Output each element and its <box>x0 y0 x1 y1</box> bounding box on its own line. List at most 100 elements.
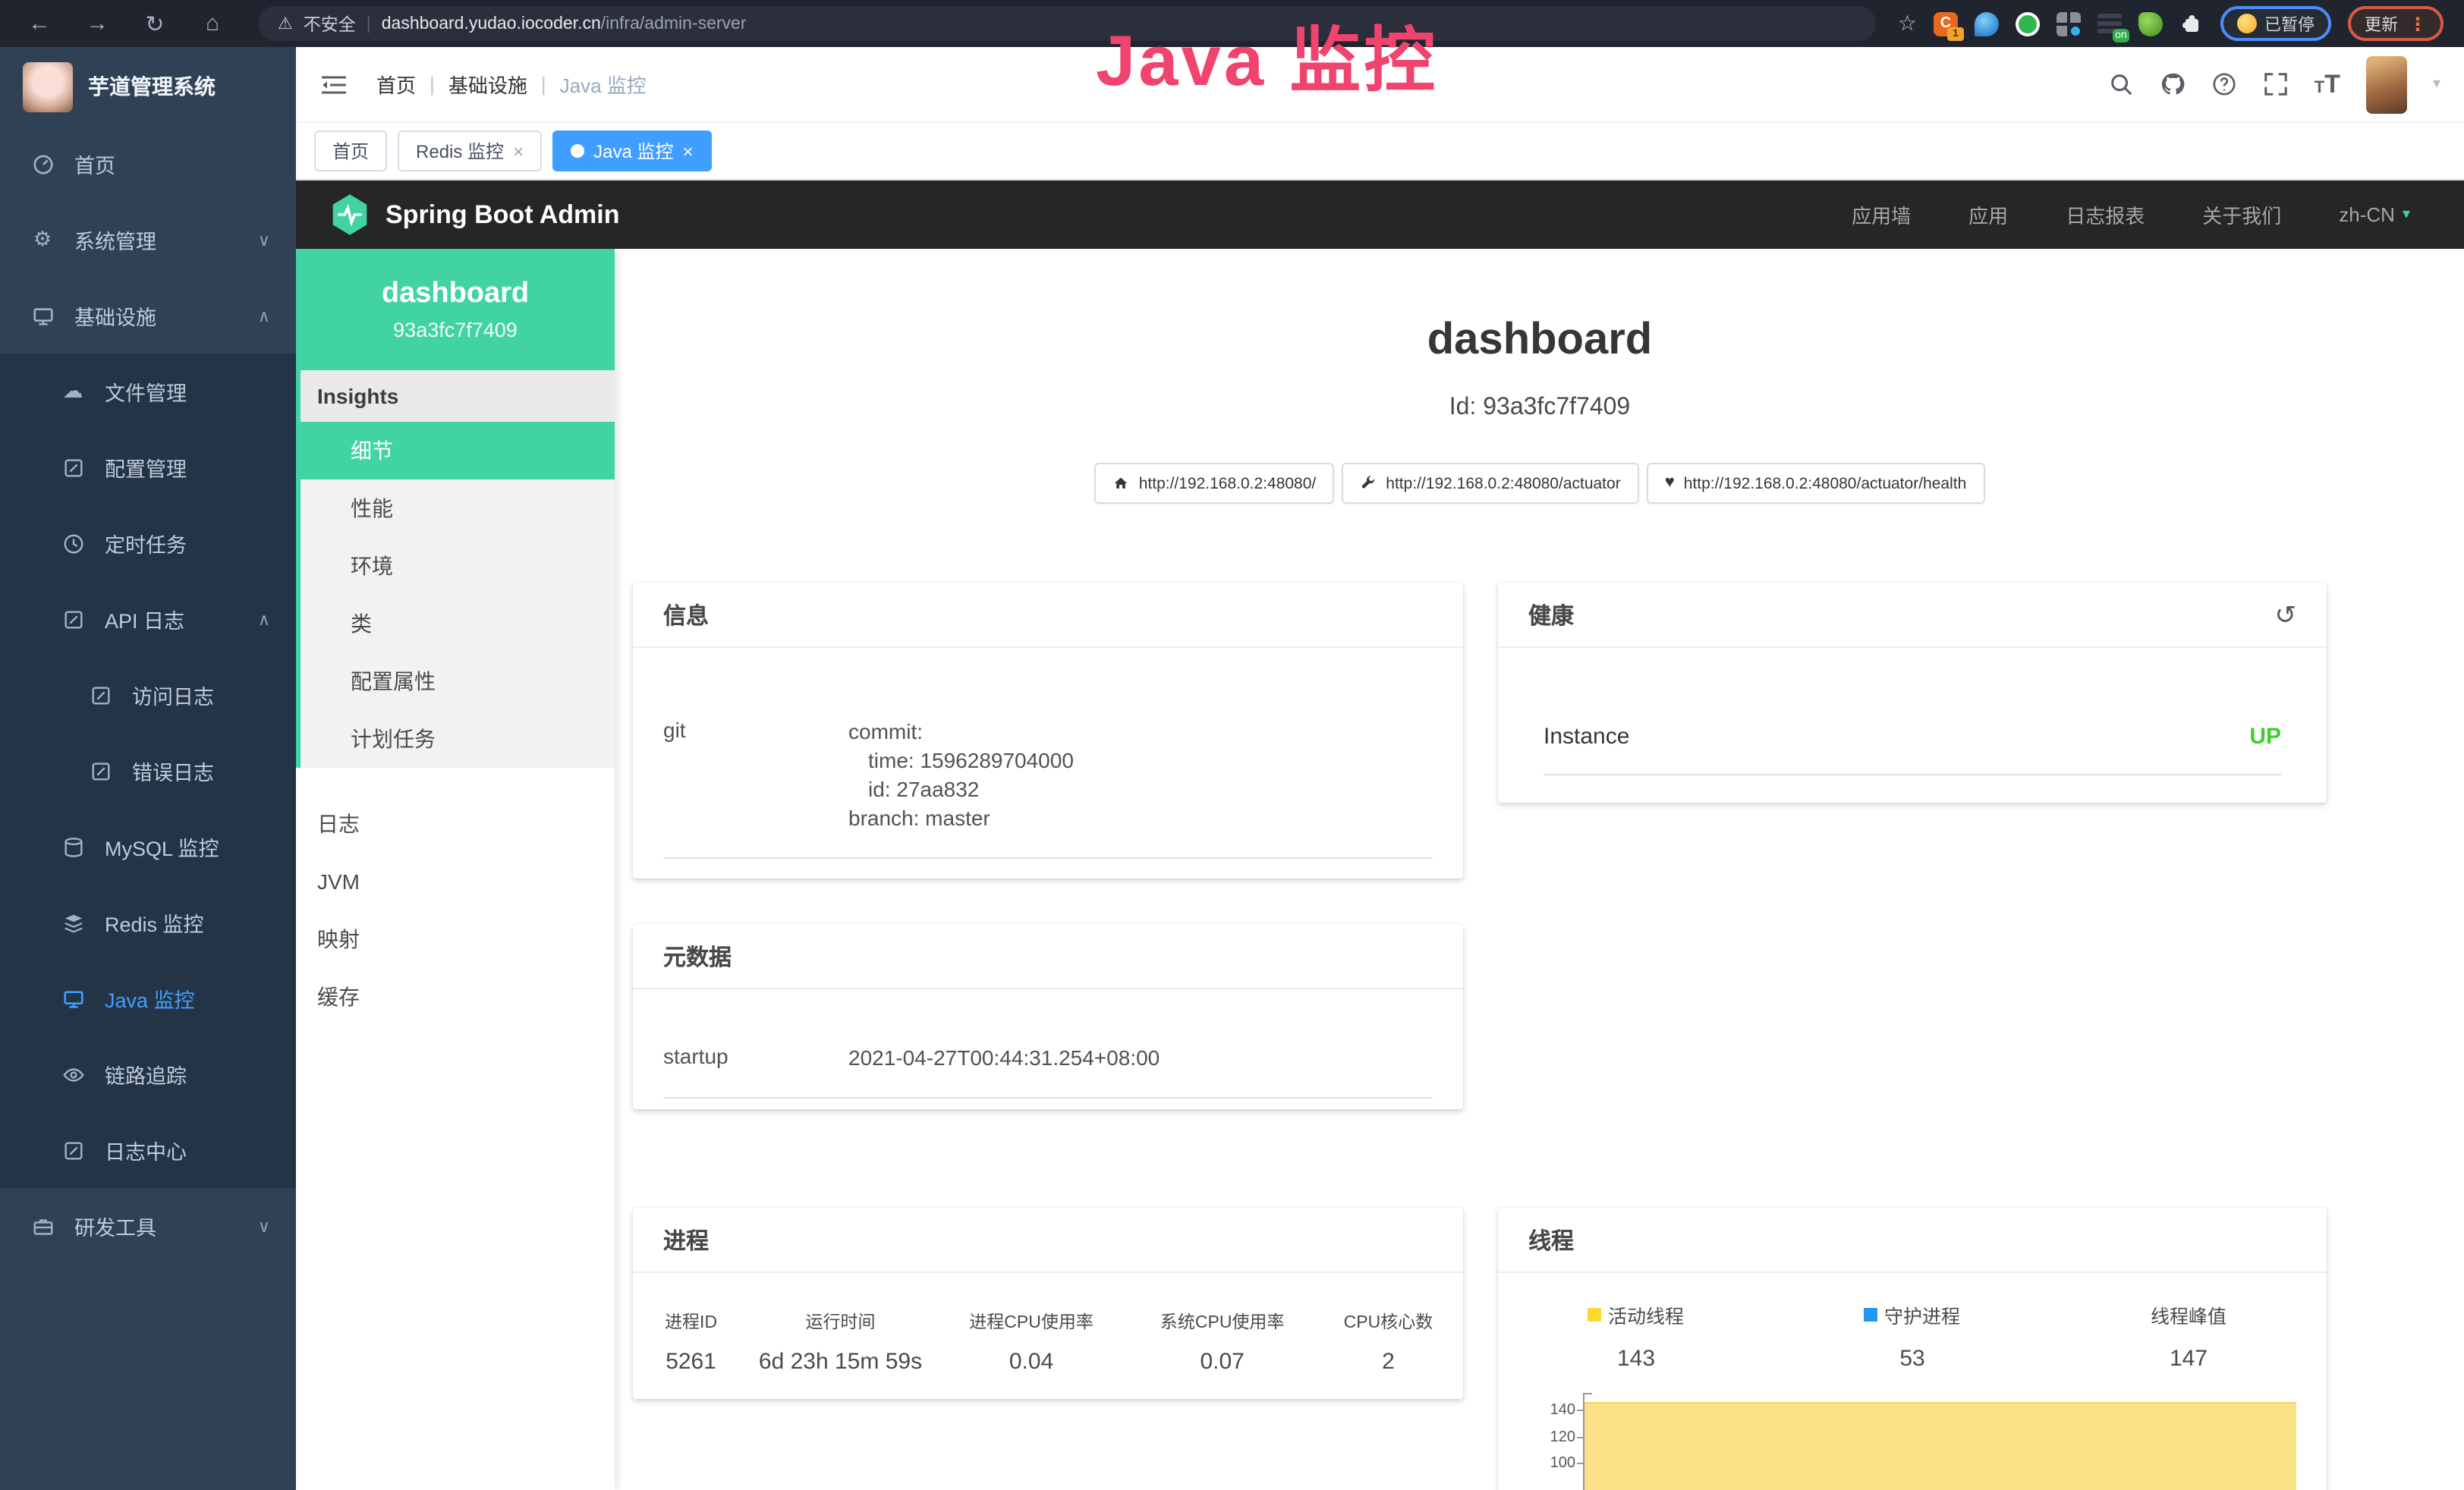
y-tick-label: 120 <box>1550 1425 1575 1451</box>
health-card-title: 健康 <box>1528 599 1574 631</box>
search-icon[interactable] <box>2108 71 2134 97</box>
history-icon[interactable]: ↺ <box>2275 602 2297 628</box>
sba-menu-configprops[interactable]: 配置属性 <box>301 652 615 710</box>
sidebar-item-redis[interactable]: Redis 监控 <box>0 885 296 960</box>
forward-icon[interactable]: → <box>85 11 109 36</box>
axis-tick <box>1577 1410 1584 1412</box>
sidebar-item-file[interactable]: ☁ 文件管理 <box>0 354 296 429</box>
actuator-url-button[interactable]: http://192.168.0.2:48080/actuator <box>1342 464 1638 505</box>
sidebar-item-config[interactable]: 配置管理 <box>0 429 296 505</box>
security-label[interactable]: 不安全 <box>304 11 356 36</box>
sidebar-item-log-center[interactable]: 日志中心 <box>0 1112 296 1188</box>
sba-locale-select[interactable]: zh-CN ▾ <box>2339 203 2410 226</box>
close-icon[interactable]: × <box>682 140 693 162</box>
cards-left-column: 信息 git commit: time: 1596289704000 id: 2… <box>633 583 1463 1400</box>
sba-menu-caches[interactable]: 缓存 <box>296 968 615 1026</box>
sidebar-fold-icon[interactable] <box>320 74 348 95</box>
font-size-icon[interactable]: TT <box>2315 71 2340 97</box>
sba-nav-journal[interactable]: 日志报表 <box>2066 200 2145 229</box>
sidebar-item-access-log[interactable]: 访问日志 <box>0 657 296 733</box>
sba-menu-logfile[interactable]: 日志 <box>296 795 615 853</box>
url-text[interactable]: dashboard.yudao.iocoder.cn/infra/admin-s… <box>382 14 747 33</box>
breadcrumb-home[interactable]: 首页 <box>376 70 416 99</box>
extension-icon-leaf[interactable] <box>2138 11 2163 36</box>
sidebar-item-home[interactable]: 首页 <box>0 126 296 202</box>
wrench-icon <box>1360 476 1377 492</box>
sba-instance-sidebar: dashboard 93a3fc7f7409 Insights 细节 性能 环境… <box>296 249 615 1490</box>
browser-menu-icon[interactable]: ⋮ <box>2409 13 2427 34</box>
address-bar[interactable]: ⚠ 不安全 | dashboard.yudao.iocoder.cn/infra… <box>258 6 1877 41</box>
sba-nav-wall[interactable]: 应用墙 <box>1852 200 1911 229</box>
tab-label: Java 监控 <box>593 138 673 164</box>
sba-menu-jvm[interactable]: JVM <box>296 853 615 910</box>
sba-menu-mappings[interactable]: 映射 <box>296 910 615 968</box>
breadcrumb-infra[interactable]: 基础设施 <box>448 70 527 99</box>
font-size-big-t: T <box>2324 71 2340 97</box>
help-icon[interactable] <box>2211 71 2237 97</box>
app-logo[interactable]: 芋道管理系统 <box>0 47 296 126</box>
sba-menu-details[interactable]: 细节 <box>301 422 615 479</box>
extension-icon-green-circle[interactable] <box>2016 11 2040 36</box>
instance-name: dashboard <box>382 278 529 311</box>
sidebar-submenu-infra: ☁ 文件管理 配置管理 定时任务 <box>0 354 296 1188</box>
threads-card: 线程 活动线程 <box>1498 1209 2327 1490</box>
metadata-key: startup <box>663 1045 848 1073</box>
caret-down-icon[interactable]: ▾ <box>2433 76 2440 93</box>
sidebar-item-api-log[interactable]: API 日志 ∧ <box>0 581 296 657</box>
extension-icon-pin[interactable] <box>1975 11 1999 36</box>
extension-icon-grid[interactable] <box>2056 11 2081 36</box>
tab-home[interactable]: 首页 <box>314 130 387 171</box>
sba-menu-metrics[interactable]: 性能 <box>301 479 615 537</box>
threads-chart: 140 120 100 <box>1498 1394 2327 1490</box>
process-header-row: 进程ID 运行时间 进程CPU使用率 系统CPU使用率 CPU核心数 <box>633 1310 1463 1334</box>
sba-body: dashboard 93a3fc7f7409 Insights 细节 性能 环境… <box>296 249 2464 1490</box>
extension-icon-colorzilla[interactable]: C1 <box>1934 11 1958 36</box>
edit-square-icon <box>61 1138 85 1162</box>
extension-icon-switch[interactable]: on <box>2097 11 2122 36</box>
sba-nav-applications[interactable]: 应用 <box>1968 200 2008 229</box>
extensions-puzzle-icon[interactable] <box>2179 11 2204 36</box>
sidebar-item-error-log[interactable]: 错误日志 <box>0 733 296 809</box>
tab-redis[interactable]: Redis 监控 × <box>398 130 542 171</box>
avatar[interactable] <box>2366 55 2407 113</box>
update-button[interactable]: 更新 ⋮ <box>2348 6 2444 41</box>
sba-menu-environment[interactable]: 环境 <box>301 537 615 595</box>
back-icon[interactable]: ← <box>27 11 52 36</box>
breadcrumb: 首页 | 基础设施 | Java 监控 <box>376 70 647 99</box>
edit-square-icon <box>61 607 85 631</box>
health-url-button[interactable]: ♥ http://192.168.0.2:48080/actuator/heal… <box>1647 464 1985 505</box>
sidebar-item-system[interactable]: ⚙ 系统管理 ∨ <box>0 202 296 278</box>
fullscreen-icon[interactable] <box>2263 71 2289 97</box>
sidebar-item-java-monitor[interactable]: Java 监控 <box>0 960 296 1036</box>
tags-view-bar: 首页 Redis 监控 × Java 监控 × <box>296 123 2464 181</box>
health-card: 健康 ↺ Instance UP <box>1498 583 2327 803</box>
insights-section-label: Insights <box>301 370 615 422</box>
sidebar-item-mysql[interactable]: MySQL 监控 <box>0 809 296 885</box>
close-icon[interactable]: × <box>513 140 524 162</box>
sba-menu-classes[interactable]: 类 <box>301 595 615 652</box>
sidebar-item-trace[interactable]: 链路追踪 <box>0 1036 296 1112</box>
metadata-value: 2021-04-27T00:44:31.254+08:00 <box>848 1045 1160 1073</box>
tab-java-active[interactable]: Java 监控 × <box>552 130 711 171</box>
process-card: 进程 进程ID 运行时间 进程CPU使用率 系统CPU使用率 CPU核心数 <box>633 1209 1463 1400</box>
github-icon[interactable] <box>2160 71 2186 97</box>
sidebar-item-job[interactable]: 定时任务 <box>0 505 296 581</box>
axis-tick <box>1577 1463 1584 1465</box>
refresh-icon[interactable]: ↻ <box>143 10 167 37</box>
sidebar-item-dev-tool[interactable]: 研发工具 ∨ <box>0 1188 296 1264</box>
home-icon[interactable]: ⌂ <box>200 11 225 36</box>
sidebar-item-infra[interactable]: 基础设施 ∧ <box>0 278 296 354</box>
browser-chrome: ← → ↻ ⌂ ⚠ 不安全 | dashboard.yudao.iocoder.… <box>0 0 2464 47</box>
instance-header[interactable]: dashboard 93a3fc7f7409 <box>296 249 615 370</box>
sba-nav-about[interactable]: 关于我们 <box>2202 200 2281 229</box>
sba-menu-scheduled[interactable]: 计划任务 <box>301 710 615 768</box>
warning-icon: ⚠ <box>278 14 293 33</box>
edit-square-icon <box>88 759 112 783</box>
service-url-button[interactable]: http://192.168.0.2:48080/ <box>1095 464 1335 505</box>
dashboard-gauge-icon <box>30 152 55 176</box>
metadata-row-startup: startup 2021-04-27T00:44:31.254+08:00 <box>663 1045 1433 1099</box>
sba-brand[interactable]: Spring Boot Admin <box>329 193 620 237</box>
metadata-card-title: 元数据 <box>633 925 1463 990</box>
bookmark-star-icon[interactable]: ☆ <box>1898 11 1917 36</box>
profile-paused-badge[interactable]: 已暂停 <box>2220 6 2331 41</box>
